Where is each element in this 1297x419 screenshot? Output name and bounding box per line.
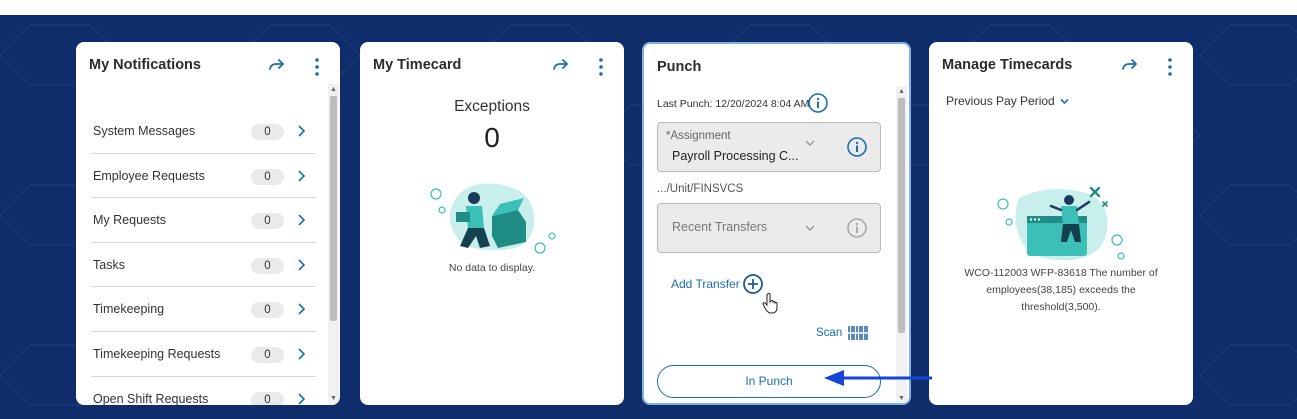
- punch-title: Punch: [657, 59, 702, 75]
- info-icon[interactable]: [807, 92, 829, 114]
- manage-timecards-title: Manage Timecards: [942, 57, 1073, 73]
- notification-label: System Messages: [93, 124, 196, 138]
- chevron-right-icon[interactable]: [296, 347, 306, 361]
- chevron-right-icon[interactable]: [296, 169, 306, 183]
- kebab-menu-icon[interactable]: [590, 56, 612, 78]
- notifications-scrollbar[interactable]: ▲ ▼: [328, 84, 339, 405]
- punch-card: Punch Last Punch: 12/20/2024 8:04 AM *As…: [642, 42, 911, 405]
- notification-label: Tasks: [93, 257, 125, 272]
- list-item[interactable]: Employee Requests 0: [91, 154, 316, 199]
- arrow-right-icon[interactable]: [266, 56, 288, 78]
- pay-period-select[interactable]: Previous Pay Period: [946, 94, 1055, 108]
- arrow-right-icon[interactable]: [550, 56, 572, 78]
- chevron-right-icon[interactable]: [296, 302, 306, 316]
- notification-label: Timekeeping Requests: [93, 346, 221, 361]
- scroll-up-arrow[interactable]: ▲: [897, 88, 906, 96]
- notifications-title: My Notifications: [89, 57, 201, 73]
- empty-state-illustration: [430, 183, 556, 254]
- recent-transfers-select[interactable]: Recent Transfers: [657, 203, 881, 253]
- count-badge: 0: [251, 302, 284, 319]
- scroll-down-arrow[interactable]: ▼: [329, 395, 338, 403]
- scroll-up-arrow[interactable]: ▲: [329, 86, 338, 94]
- scroll-down-arrow[interactable]: ▼: [897, 395, 906, 403]
- count-badge: 0: [251, 168, 284, 185]
- empty-state-illustration: [997, 186, 1125, 261]
- info-icon: [846, 217, 868, 239]
- notification-label: Timekeeping: [93, 302, 165, 317]
- scroll-thumb[interactable]: [898, 98, 905, 333]
- chevron-down-icon[interactable]: [1059, 96, 1070, 107]
- hand-cursor-icon: [762, 293, 778, 314]
- assignment-select[interactable]: *Assignment Payroll Processing C...: [657, 122, 881, 172]
- list-item[interactable]: Tasks 0: [91, 243, 316, 288]
- chevron-right-icon[interactable]: [296, 258, 306, 272]
- notification-label: Employee Requests: [93, 168, 205, 183]
- annotation-arrow-icon: [824, 370, 932, 386]
- count-badge: 0: [251, 346, 284, 363]
- scan-label[interactable]: Scan: [816, 327, 842, 339]
- punch-scrollbar[interactable]: ▲ ▼: [896, 86, 907, 403]
- unit-path: .../Unit/FINSVCS: [657, 183, 744, 195]
- chevron-down-icon[interactable]: [804, 137, 816, 149]
- kebab-menu-icon[interactable]: [1159, 56, 1181, 78]
- list-item[interactable]: Timekeeping Requests 0: [91, 332, 316, 377]
- list-item[interactable]: Open Shift Requests 0: [91, 377, 316, 405]
- list-item[interactable]: Timekeeping 0: [91, 287, 316, 332]
- notification-label: Open Shift Requests: [93, 391, 209, 405]
- count-badge: 0: [251, 391, 284, 405]
- notification-label: My Requests: [93, 213, 166, 228]
- chevron-down-icon[interactable]: [804, 222, 816, 234]
- manage-timecards-card: Manage Timecards Previous Pay Period WCO…: [929, 42, 1193, 405]
- kebab-menu-icon[interactable]: [306, 56, 328, 78]
- barcode-icon[interactable]: [848, 325, 868, 341]
- count-badge: 0: [251, 213, 284, 230]
- empty-state-text: No data to display.: [448, 262, 536, 274]
- last-punch-text: Last Punch: 12/20/2024 8:04 AM: [657, 98, 810, 110]
- arrow-right-icon[interactable]: [1119, 56, 1141, 78]
- add-transfer-link[interactable]: Add Transfer: [671, 277, 740, 291]
- chevron-right-icon[interactable]: [296, 124, 306, 138]
- notifications-card: My Notifications System Messages 0 Emplo…: [76, 42, 340, 405]
- count-badge: 0: [251, 257, 284, 274]
- chevron-right-icon[interactable]: [296, 392, 306, 405]
- exceptions-label: Exceptions: [454, 98, 530, 115]
- chevron-right-icon[interactable]: [296, 213, 306, 227]
- recent-transfers-placeholder: Recent Transfers: [672, 220, 768, 234]
- plus-circle-icon[interactable]: [742, 273, 764, 295]
- info-icon[interactable]: [846, 136, 868, 158]
- timecard-title: My Timecard: [373, 57, 462, 73]
- threshold-message: WCO-112003 WFP-83618 The number of emplo…: [964, 267, 1158, 313]
- top-bar: [0, 0, 1297, 15]
- notifications-list: System Messages 0 Employee Requests 0 My…: [91, 109, 316, 405]
- timecard-card: My Timecard Exceptions 0 No data to disp…: [360, 42, 624, 405]
- exceptions-count: 0: [484, 122, 500, 153]
- secondary-button-edge[interactable]: [664, 403, 874, 405]
- assignment-value: Payroll Processing C...: [672, 149, 799, 163]
- list-item[interactable]: System Messages 0: [91, 109, 316, 154]
- assignment-label: *Assignment: [666, 130, 731, 142]
- list-item[interactable]: My Requests 0: [91, 198, 316, 243]
- count-badge: 0: [251, 124, 284, 140]
- scroll-thumb[interactable]: [330, 96, 337, 321]
